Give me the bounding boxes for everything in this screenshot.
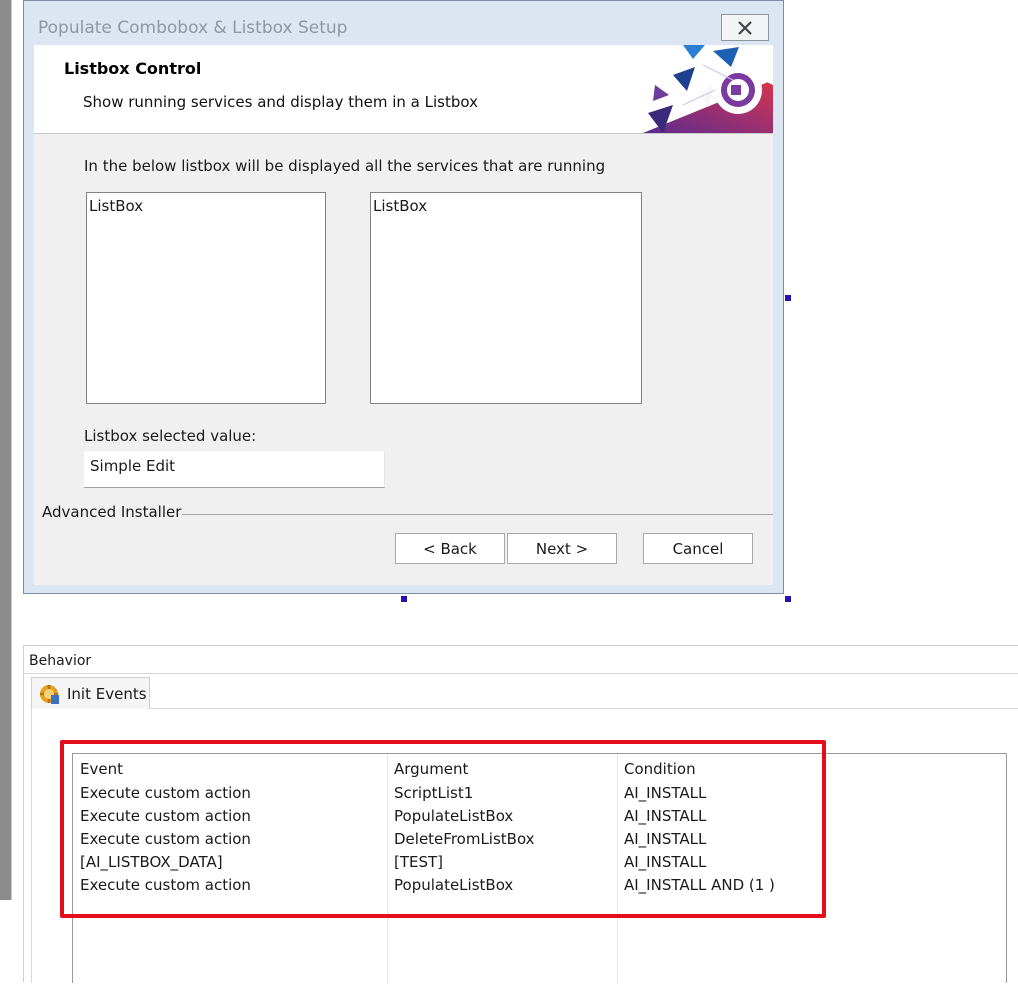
listbox-2-label: ListBox	[373, 197, 428, 215]
cancel-button[interactable]: Cancel	[643, 533, 753, 564]
left-panel-strip	[0, 0, 11, 900]
tab-init-events[interactable]: Init Events	[31, 677, 150, 709]
highlight-annotation-box	[60, 740, 826, 918]
behavior-panel-label: Behavior	[29, 653, 92, 669]
behavior-separator	[24, 673, 1018, 674]
dialog-subheading: Show running services and display them i…	[83, 93, 478, 111]
tab-strip-line	[150, 708, 1018, 709]
close-button[interactable]	[721, 14, 769, 41]
dialog-title: Populate Combobox & Listbox Setup	[38, 18, 348, 38]
dialog-banner: Listbox Control Show running services an…	[34, 45, 773, 133]
back-button[interactable]: < Back	[395, 533, 505, 564]
dialog-heading: Listbox Control	[64, 59, 202, 78]
services-listbox-1[interactable]: ListBox	[86, 192, 326, 404]
resize-handle-bottom[interactable]	[401, 596, 407, 602]
brand-separator	[182, 514, 773, 515]
edit-value-text: Simple Edit	[90, 457, 176, 475]
tab-body-border	[31, 708, 32, 983]
services-listbox-2[interactable]: ListBox	[370, 192, 642, 404]
init-events-icon	[40, 684, 59, 704]
next-button[interactable]: Next >	[507, 533, 617, 564]
close-icon	[738, 20, 752, 35]
brand-label: Advanced Installer	[42, 503, 182, 521]
resize-handle-corner[interactable]	[785, 596, 791, 602]
banner-separator	[34, 133, 773, 134]
setup-dialog[interactable]: Populate Combobox & Listbox Setup Listbo…	[23, 0, 784, 594]
dialog-client-area: Listbox Control Show running services an…	[34, 45, 773, 585]
tab-init-events-label: Init Events	[67, 684, 147, 703]
resize-handle-right[interactable]	[785, 295, 791, 301]
dialog-titlebar[interactable]: Populate Combobox & Listbox Setup	[24, 1, 783, 45]
listbox-1-label: ListBox	[89, 197, 144, 215]
banner-logo-icon	[643, 45, 773, 133]
listbox-description: In the below listbox will be displayed a…	[84, 157, 606, 175]
selected-value-edit[interactable]: Simple Edit	[84, 451, 385, 488]
selected-value-label: Listbox selected value:	[84, 427, 257, 445]
left-panel-edge	[11, 0, 12, 900]
